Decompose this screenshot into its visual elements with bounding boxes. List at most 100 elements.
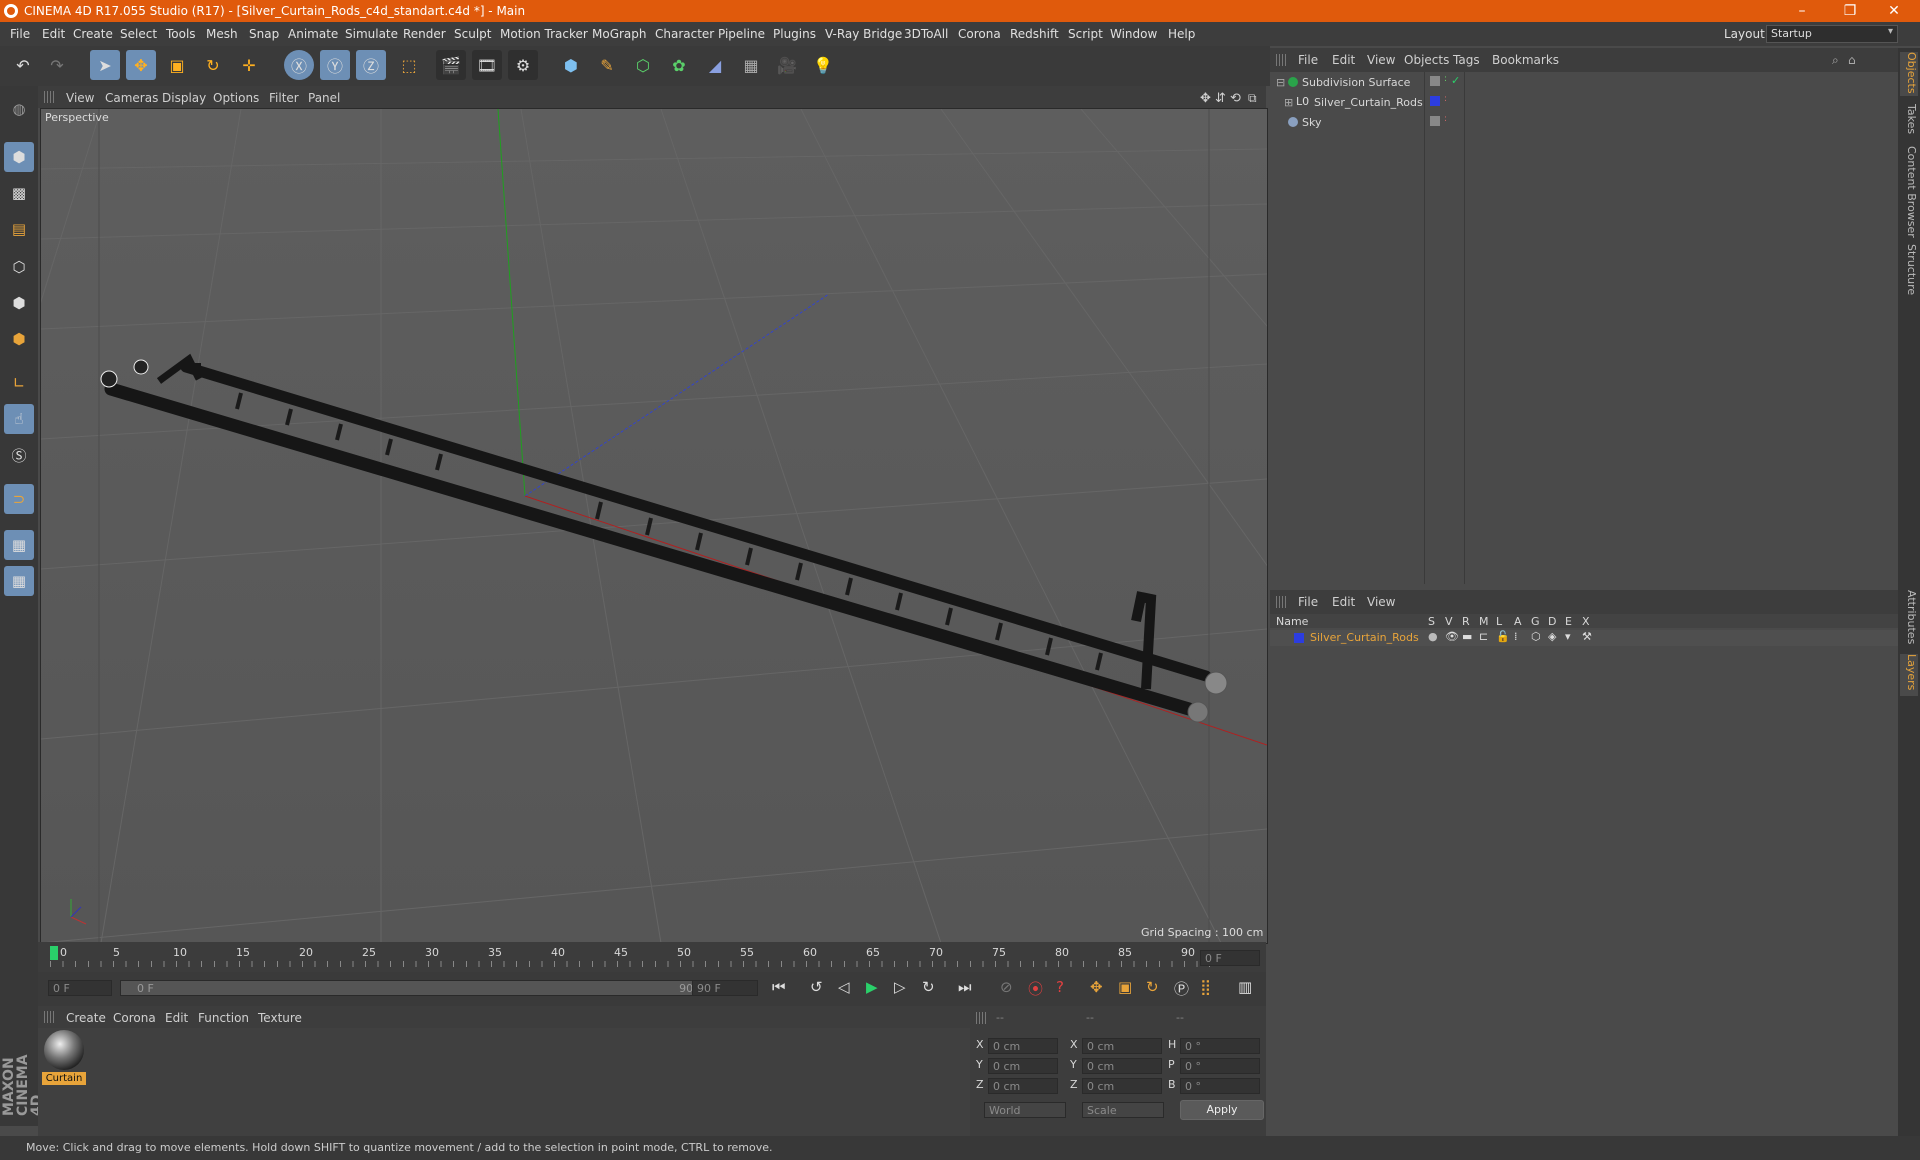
menu-file[interactable]: File [10, 27, 30, 41]
mograph-cloner-icon[interactable]: ✿ [664, 50, 694, 80]
tab-takes[interactable]: Takes [1900, 104, 1918, 140]
objects-menu-edit[interactable]: Edit [1332, 53, 1355, 67]
move-view-icon[interactable]: ✥ [1200, 91, 1211, 106]
pos-y-field[interactable]: 0 cm [988, 1058, 1058, 1074]
minimize-button[interactable]: – [1782, 2, 1822, 20]
dolly-view-icon[interactable]: ⇵ [1215, 91, 1226, 106]
render-settings-icon[interactable]: ⚙ [508, 50, 538, 80]
render-toggle-icon[interactable]: ▬ [1462, 630, 1472, 643]
objects-menu-file[interactable]: File [1298, 53, 1318, 67]
locked-workplane-icon[interactable]: ▦ [4, 530, 34, 560]
search-icon[interactable]: ⌕ [1832, 53, 1839, 68]
key-rotation-icon[interactable]: ↻ [1146, 978, 1159, 996]
planar-workplane-icon[interactable]: ▦ [4, 566, 34, 596]
xref-toggle-icon[interactable]: ⚒ [1582, 630, 1592, 643]
manager-toggle-icon[interactable]: ⊏ [1479, 630, 1488, 643]
layer-swatch[interactable] [1430, 116, 1440, 126]
menu-mograph[interactable]: MoGraph [592, 27, 647, 41]
visibility-dots-icon[interactable]: : [1444, 114, 1447, 124]
viewport-menu-view[interactable]: View [66, 91, 94, 105]
tab-content-browser[interactable]: Content Browser [1900, 146, 1918, 238]
start-frame-field[interactable]: 0 F [48, 980, 112, 996]
lock-toggle-icon[interactable]: 🔓 [1496, 630, 1510, 643]
visibility-dots-icon[interactable]: : [1444, 94, 1447, 104]
menu-select[interactable]: Select [120, 27, 157, 41]
key-scale-icon[interactable]: ▣ [1118, 978, 1132, 996]
close-button[interactable]: ✕ [1874, 2, 1914, 20]
viewport-menu-options[interactable]: Options [213, 91, 259, 105]
visibility-dots-icon[interactable]: : [1444, 74, 1447, 84]
home-icon[interactable]: ⌂ [1848, 53, 1856, 67]
axis-mode-icon[interactable]: ∟ [4, 368, 34, 398]
menu-animate[interactable]: Animate [288, 27, 338, 41]
goto-end-icon[interactable]: ⏭ [958, 978, 972, 996]
key-pla-icon[interactable]: ⣿ [1200, 978, 1211, 996]
render-picture-viewer-icon[interactable]: 🎞 [472, 50, 502, 80]
previous-frame-icon[interactable]: ◁ [838, 978, 850, 996]
menu-script[interactable]: Script [1068, 27, 1103, 41]
select-tool-icon[interactable]: ➤ [90, 50, 120, 80]
key-position-icon[interactable]: ✥ [1090, 978, 1103, 996]
menu-edit[interactable]: Edit [42, 27, 65, 41]
subdivision-surface-icon[interactable]: ⬡ [628, 50, 658, 80]
maximize-view-icon[interactable]: ⧉ [1248, 91, 1257, 106]
coordinate-mode-dropdown[interactable]: World [984, 1102, 1066, 1118]
collapse-icon[interactable]: ⊟ [1276, 76, 1285, 89]
menu-create[interactable]: Create [73, 27, 113, 41]
menu-render[interactable]: Render [403, 27, 446, 41]
rot-b-field[interactable]: 0 ° [1180, 1078, 1260, 1094]
menu-mesh[interactable]: Mesh [206, 27, 238, 41]
pos-x-field[interactable]: 0 cm [988, 1038, 1058, 1054]
previous-key-icon[interactable]: ↺ [810, 978, 823, 996]
menu-sculpt[interactable]: Sculpt [454, 27, 491, 41]
object-row[interactable]: Sky : [1270, 114, 1898, 132]
next-frame-icon[interactable]: ▷ [894, 978, 906, 996]
material-menu-create[interactable]: Create [66, 1011, 106, 1025]
transform-mode-dropdown[interactable]: Scale [1082, 1102, 1164, 1118]
object-name[interactable]: Sky [1302, 116, 1321, 129]
size-x-field[interactable]: 0 cm [1082, 1038, 1162, 1054]
workplane-mode-icon[interactable]: ▤ [4, 214, 34, 244]
objects-menu-objects[interactable]: Objects [1404, 53, 1449, 67]
tab-structure[interactable]: Structure [1900, 244, 1918, 300]
keyframe-selection-icon[interactable]: ? [1056, 978, 1064, 996]
menu-motion-tracker[interactable]: Motion Tracker [500, 27, 588, 41]
material-swatch[interactable]: Curtain [42, 1030, 86, 1086]
playhead[interactable] [50, 946, 58, 960]
rot-p-field[interactable]: 0 ° [1180, 1058, 1260, 1074]
expressions-toggle-icon[interactable]: ▾ [1565, 630, 1571, 643]
menu-help[interactable]: Help [1168, 27, 1195, 41]
menu-window[interactable]: Window [1110, 27, 1157, 41]
expand-icon[interactable]: ⊞ [1284, 96, 1293, 109]
apply-button[interactable]: Apply [1180, 1100, 1264, 1120]
snapping-icon[interactable]: Ⓢ [4, 440, 34, 470]
menu-corona[interactable]: Corona [958, 27, 1001, 41]
cube-primitive-icon[interactable]: ⬢ [556, 50, 586, 80]
rotate-tool-icon[interactable]: ↻ [198, 50, 228, 80]
layer-name[interactable]: Silver_Curtain_Rods [1310, 631, 1419, 644]
tab-attributes[interactable]: Attributes [1900, 590, 1918, 650]
magnet-icon[interactable]: ⊃ [4, 484, 34, 514]
layers-menu-edit[interactable]: Edit [1332, 595, 1355, 609]
size-z-field[interactable]: 0 cm [1082, 1078, 1162, 1094]
viewport[interactable]: Perspective Grid Spacing : 100 cm [40, 108, 1268, 944]
y-axis-icon[interactable]: Ⓨ [320, 50, 350, 80]
viewport-menu-filter[interactable]: Filter [269, 91, 299, 105]
rot-h-field[interactable]: 0 ° [1180, 1038, 1260, 1054]
viewport-menu-panel[interactable]: Panel [308, 91, 340, 105]
menu-redshift[interactable]: Redshift [1010, 27, 1059, 41]
object-row[interactable]: ⊞ L0 Silver_Curtain_Rods : [1270, 94, 1898, 112]
objects-menu-tags[interactable]: Tags [1453, 53, 1480, 67]
layer-color-swatch[interactable] [1294, 633, 1304, 643]
play-icon[interactable]: ▶ [866, 978, 878, 996]
timeline-track[interactable]: 0 5 10 15 20 25 30 35 40 45 50 55 60 65 … [50, 946, 1218, 968]
texture-mode-icon[interactable]: ▩ [4, 178, 34, 208]
frame-range-slider[interactable]: 0 F 90 F [120, 980, 720, 996]
viewport-menu-cameras[interactable]: Cameras [105, 91, 158, 105]
menu-snap[interactable]: Snap [249, 27, 279, 41]
make-editable-icon[interactable]: ◍ [4, 94, 34, 124]
edges-mode-icon[interactable]: ⬢ [4, 288, 34, 318]
model-mode-icon[interactable]: ⬢ [4, 142, 34, 172]
next-key-icon[interactable]: ↻ [922, 978, 935, 996]
object-name[interactable]: Silver_Curtain_Rods [1314, 96, 1423, 109]
